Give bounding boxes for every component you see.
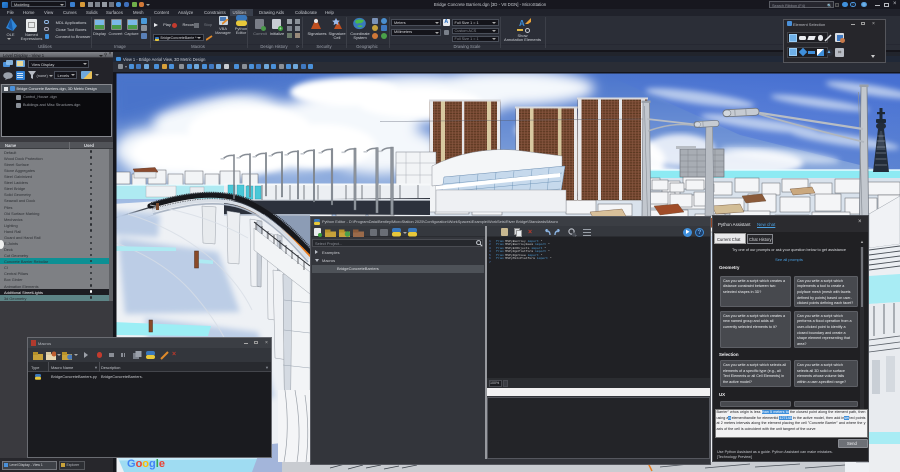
svg-text:Google: Google xyxy=(127,458,165,470)
